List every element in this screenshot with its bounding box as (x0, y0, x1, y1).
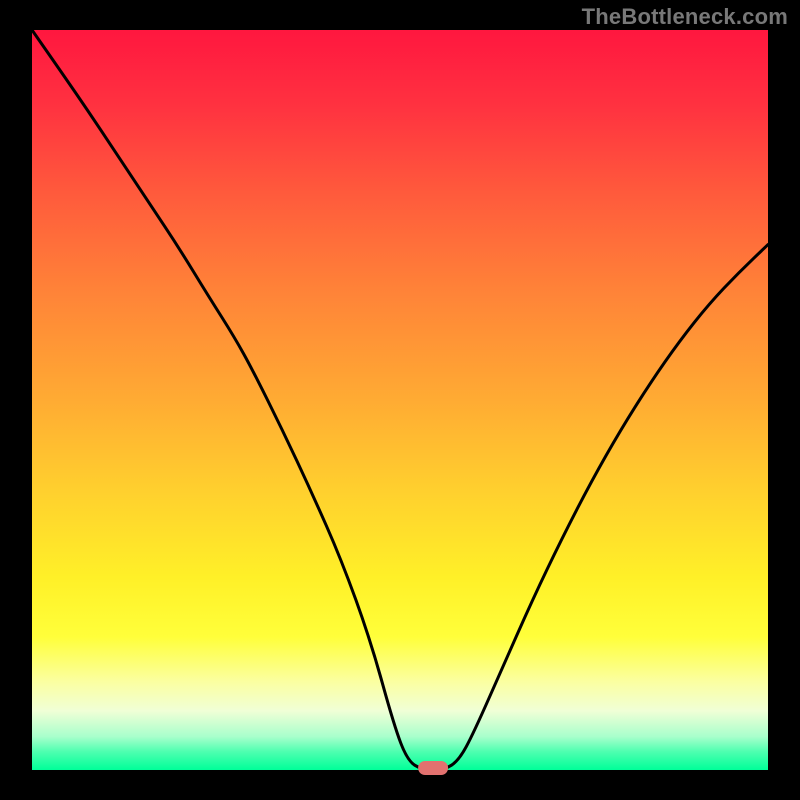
chart-frame: { "watermark": "TheBottleneck.com", "plo… (0, 0, 800, 800)
bottleneck-chart-svg (0, 0, 800, 800)
optimum-marker (418, 761, 448, 775)
watermark-text: TheBottleneck.com (582, 4, 788, 30)
plot-background (32, 30, 768, 770)
